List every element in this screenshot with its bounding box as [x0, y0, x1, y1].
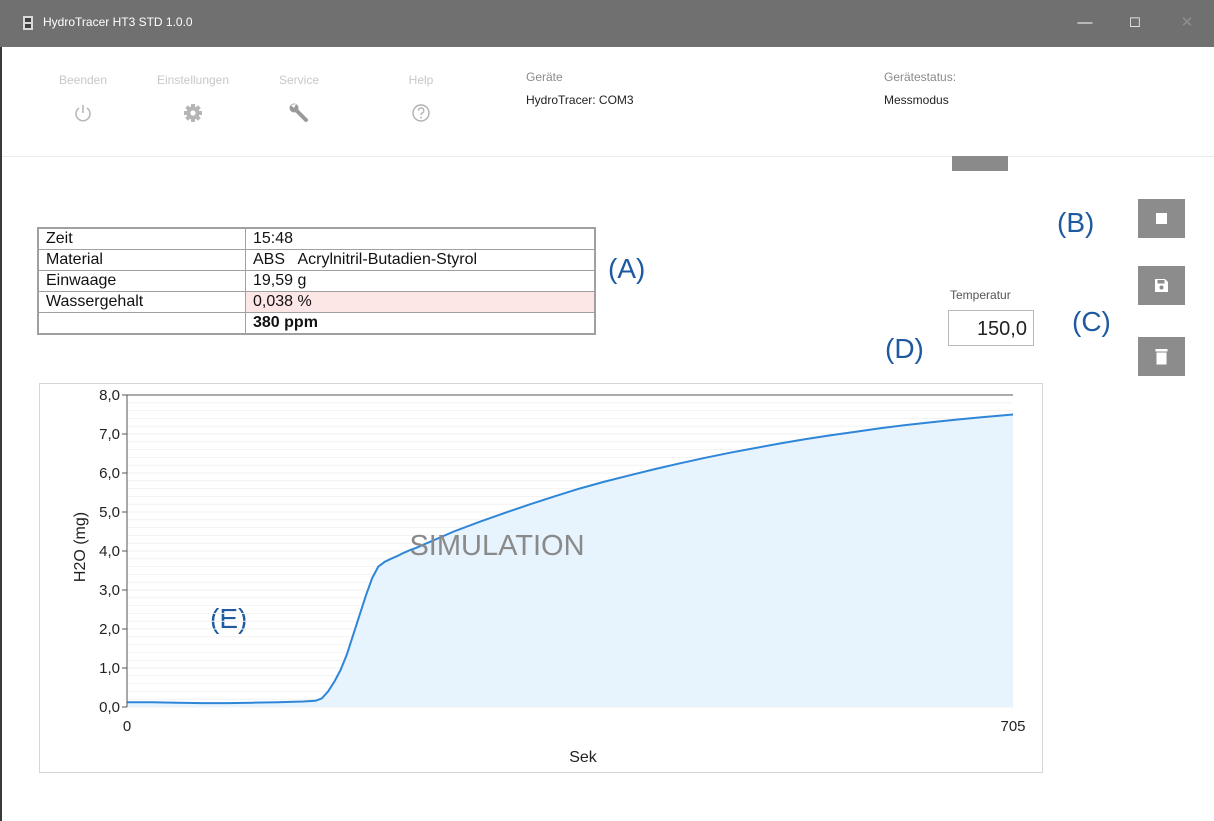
panel-tab-handle[interactable] — [952, 156, 1008, 171]
marker-a: (A) — [608, 253, 646, 284]
devices-value: HydroTracer: COM3 — [526, 93, 634, 107]
service-label: Service — [278, 73, 319, 87]
row-label: Zeit — [37, 227, 246, 250]
row-label: Material — [37, 249, 246, 271]
einstellungen-label: Einstellungen — [156, 73, 230, 87]
row-label: Wassergehalt — [37, 291, 246, 313]
y-tick-label: 8,0 — [99, 387, 120, 404]
close-button[interactable]: ✕ — [1174, 10, 1200, 36]
device-status-value: Messmodus — [884, 93, 949, 107]
delete-button[interactable] — [1138, 337, 1185, 376]
title-bar: HydroTracer HT3 STD 1.0.0 — ☐ ✕ — [0, 0, 1214, 47]
minimize-button[interactable]: — — [1072, 10, 1098, 36]
marker-d: (D) — [885, 333, 924, 364]
table-row: 380 ppm — [37, 312, 596, 335]
marker-c: (C) — [1072, 306, 1111, 337]
gear-icon — [184, 104, 202, 122]
beenden-label: Beenden — [58, 73, 108, 87]
y-tick-label: 6,0 — [99, 465, 120, 482]
marker-b: (B) — [1057, 207, 1095, 238]
y-tick-label: 3,0 — [99, 582, 120, 599]
help-label: Help — [408, 73, 434, 87]
help-button[interactable]: Help — [378, 73, 464, 124]
y-tick-label: 7,0 — [99, 426, 120, 443]
help-icon — [412, 104, 430, 122]
beenden-button[interactable]: Beenden — [40, 73, 126, 124]
x-tick-label: 705 — [1000, 718, 1025, 735]
row-label — [37, 312, 246, 335]
x-ticks: 0 705 — [123, 718, 1026, 735]
service-button[interactable]: Service — [256, 73, 342, 124]
maximize-button[interactable]: ☐ — [1122, 10, 1148, 36]
y-tick-label: 1,0 — [99, 660, 120, 677]
row-value: 15:48 — [245, 227, 596, 250]
stop-icon — [1156, 213, 1167, 224]
row-value: 19,59 g — [245, 270, 596, 292]
h2o-chart: 0,0 1,0 2,0 3,0 4,0 5,0 6,0 7,0 8,0 0 705 SIMULAT… — [72, 387, 1026, 766]
app-icon — [23, 16, 33, 30]
y-tick-label: 5,0 — [99, 504, 120, 521]
wrench-icon — [289, 103, 308, 122]
device-status-label: Gerätestatus: — [884, 70, 957, 84]
save-button[interactable] — [1138, 266, 1185, 305]
y-axis-label: H2O (mg) — [72, 512, 89, 582]
window-title: HydroTracer HT3 STD 1.0.0 — [43, 15, 193, 29]
window-left-edge — [0, 47, 2, 821]
y-tick-label: 4,0 — [99, 543, 120, 560]
row-label: Einwaage — [37, 270, 246, 292]
row-value: 0,038 % — [245, 291, 596, 313]
table-row: Einwaage 19,59 g — [37, 270, 596, 292]
row-value: ABS Acrylnitril-Butadien-Styrol — [245, 249, 596, 271]
simulation-watermark: SIMULATION — [409, 530, 584, 562]
y-tick-label: 2,0 — [99, 621, 120, 638]
devices-label: Geräte — [526, 70, 563, 84]
x-axis-label: Sek — [569, 749, 598, 766]
toolbar: Beenden Einstellungen Service Help Gerät… — [0, 47, 1214, 157]
table-row: Wassergehalt 0,038 % — [37, 291, 596, 313]
temperature-label: Temperatur — [950, 288, 1011, 302]
y-tick-label: 0,0 — [99, 699, 120, 716]
floppy-icon — [1155, 279, 1168, 292]
stop-button[interactable] — [1138, 199, 1185, 238]
einstellungen-button[interactable]: Einstellungen — [150, 73, 236, 124]
y-ticks: 0,0 1,0 2,0 3,0 4,0 5,0 6,0 7,0 8,0 — [99, 387, 127, 716]
results-table: Zeit 15:48 Material ABS Acrylnitril-Buta… — [37, 227, 596, 335]
temperature-field[interactable]: 150,0 — [948, 310, 1034, 346]
table-row: Material ABS Acrylnitril-Butadien-Styrol — [37, 249, 596, 271]
power-icon — [75, 105, 91, 122]
row-value: 380 ppm — [245, 312, 596, 335]
table-row: Zeit 15:48 — [37, 227, 596, 250]
x-tick-label: 0 — [123, 718, 131, 735]
trash-icon — [1155, 349, 1168, 365]
